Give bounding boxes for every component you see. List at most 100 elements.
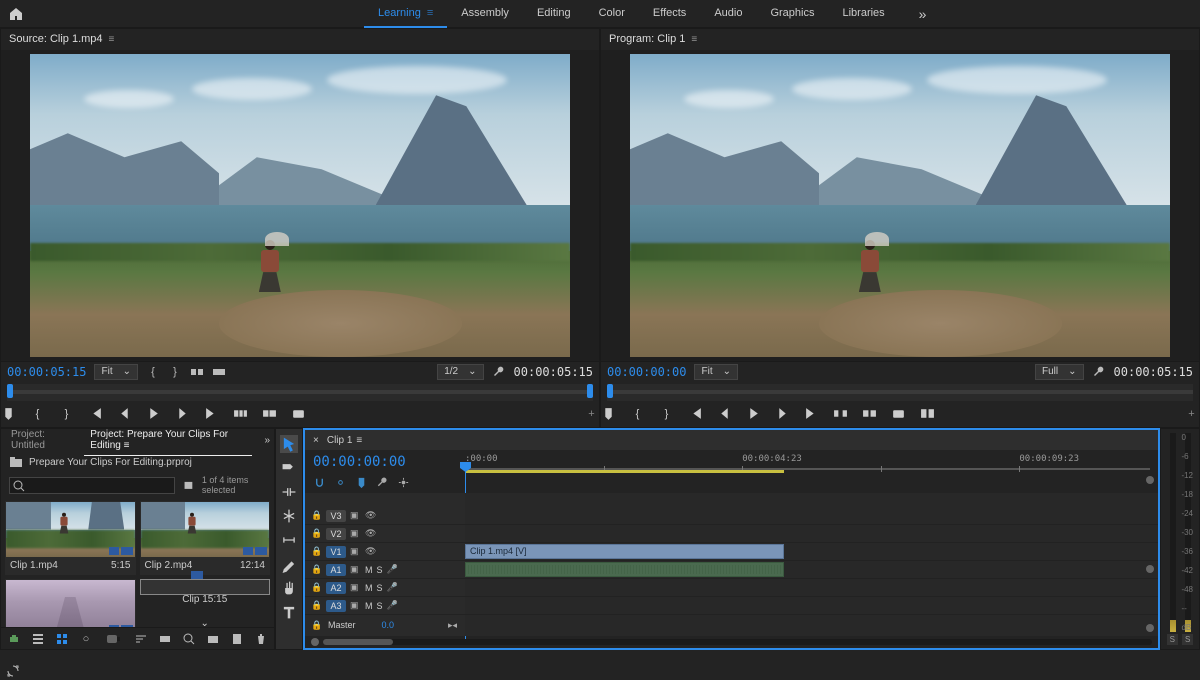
panel-menu-icon[interactable]: ≡: [124, 440, 130, 451]
tab-assembly[interactable]: Assembly: [447, 0, 523, 28]
overflow-icon[interactable]: »: [919, 6, 927, 22]
track-header-v1[interactable]: 🔒V1▣👁: [305, 543, 465, 561]
lift-icon[interactable]: [833, 406, 848, 421]
lock-icon[interactable]: 🔒: [311, 582, 322, 593]
sort-icon[interactable]: [134, 632, 148, 646]
track-header-a2[interactable]: 🔒A2▣MS🎤: [305, 579, 465, 597]
target-icon[interactable]: ▣: [350, 546, 361, 557]
insert-clip-icon[interactable]: [233, 406, 248, 421]
bin-icon[interactable]: [9, 455, 23, 469]
lock-icon[interactable]: 🔒: [311, 564, 322, 575]
icon-view-icon[interactable]: [55, 632, 69, 646]
step-back-icon[interactable]: [717, 406, 732, 421]
goto-in-icon[interactable]: [688, 406, 703, 421]
track-header-a3[interactable]: 🔒A3▣MS🎤: [305, 597, 465, 615]
step-fwd-icon[interactable]: [775, 406, 790, 421]
track-content[interactable]: Clip 1.mp4 [V]: [465, 493, 1158, 636]
snap-icon[interactable]: [313, 476, 326, 489]
solo-left[interactable]: S: [1167, 634, 1178, 645]
program-res-select[interactable]: Full: [1035, 364, 1084, 380]
bracket-out-icon[interactable]: }: [168, 365, 182, 379]
export-frame-icon[interactable]: [291, 406, 306, 421]
track-lane-a1[interactable]: [465, 561, 1158, 579]
program-out-timecode[interactable]: 00:00:05:15: [1114, 365, 1193, 379]
target-icon[interactable]: ▣: [350, 600, 361, 611]
new-item-icon[interactable]: [230, 632, 244, 646]
play-icon[interactable]: [746, 406, 761, 421]
freeform-view-icon[interactable]: ○: [79, 632, 93, 646]
solo-right[interactable]: S: [1182, 634, 1193, 645]
program-zoom-select[interactable]: Fit: [694, 364, 738, 380]
type-tool-icon[interactable]: [280, 603, 298, 621]
track-lane-v3[interactable]: [465, 507, 1158, 525]
tab-libraries[interactable]: Libraries: [828, 0, 898, 28]
out-point-icon[interactable]: }: [59, 406, 74, 421]
trash-icon[interactable]: [254, 632, 268, 646]
source-zoom-select[interactable]: Fit: [94, 364, 138, 380]
target-icon[interactable]: ▣: [350, 582, 361, 593]
extract-icon[interactable]: [862, 406, 877, 421]
tab-color[interactable]: Color: [585, 0, 639, 28]
mic-icon[interactable]: 🎤: [387, 564, 398, 575]
v-zoom-handle[interactable]: [1146, 565, 1154, 573]
zoom-handle[interactable]: [1146, 476, 1154, 484]
timeline-scrollbar[interactable]: [305, 636, 1158, 648]
source-in-timecode[interactable]: 00:00:05:15: [7, 365, 86, 379]
panel-menu-icon[interactable]: ≡: [109, 34, 115, 45]
overwrite-clip-icon[interactable]: [262, 406, 277, 421]
source-res-select[interactable]: 1/2: [437, 364, 483, 380]
marker-icon[interactable]: [601, 406, 616, 421]
track-lane-a3[interactable]: [465, 597, 1158, 615]
close-icon[interactable]: ×: [313, 435, 319, 446]
comparison-icon[interactable]: [920, 406, 935, 421]
audio-clip[interactable]: [465, 562, 784, 577]
program-in-timecode[interactable]: 00:00:00:00: [607, 365, 686, 379]
rw-toggle-icon[interactable]: [7, 632, 21, 646]
lock-icon[interactable]: 🔒: [311, 510, 322, 521]
add-button-icon[interactable]: +: [584, 406, 599, 421]
eye-icon[interactable]: 👁: [365, 546, 376, 557]
target-icon[interactable]: ▣: [350, 528, 361, 539]
mic-icon[interactable]: 🎤: [387, 582, 398, 593]
goto-out-icon[interactable]: [204, 406, 219, 421]
source-out-timecode[interactable]: 00:00:05:15: [514, 365, 593, 379]
lock-icon[interactable]: 🔒: [311, 528, 322, 539]
timeline-ruler[interactable]: :00:00 00:00:04:23 00:00:09:23: [465, 450, 1158, 488]
hand-tool-icon[interactable]: [280, 579, 298, 597]
wrench-icon[interactable]: [1092, 365, 1106, 379]
program-ruler[interactable]: [607, 384, 1193, 401]
bracket-in-icon[interactable]: {: [146, 365, 160, 379]
wrench-icon[interactable]: [492, 365, 506, 379]
step-back-icon[interactable]: [117, 406, 132, 421]
marker-add-icon[interactable]: [355, 476, 368, 489]
track-lane-a2[interactable]: [465, 579, 1158, 597]
video-clip[interactable]: Clip 1.mp4 [V]: [465, 544, 784, 559]
track-header-master[interactable]: 🔒Master0.0▸◂: [305, 615, 465, 635]
track-header-v3[interactable]: 🔒V3▣👁: [305, 507, 465, 525]
v-zoom-handle[interactable]: [1146, 624, 1154, 632]
add-button-icon[interactable]: +: [1184, 406, 1199, 421]
lock-icon[interactable]: 🔒: [311, 600, 322, 611]
automate-icon[interactable]: [158, 632, 172, 646]
overwrite-icon[interactable]: [212, 365, 226, 379]
timeline-timecode[interactable]: 00:00:00:00: [313, 454, 457, 470]
program-header[interactable]: Program: Clip 1≡: [601, 29, 1199, 50]
search-input[interactable]: [9, 477, 175, 494]
step-fwd-icon[interactable]: [175, 406, 190, 421]
razor-tool-icon[interactable]: [280, 507, 298, 525]
tab-graphics[interactable]: Graphics: [756, 0, 828, 28]
timeline-header[interactable]: × Clip 1 ≡: [305, 430, 1158, 450]
expand-icon[interactable]: ▸◂: [448, 620, 459, 631]
export-frame-icon[interactable]: [891, 406, 906, 421]
panel-menu-icon[interactable]: ≡: [356, 435, 362, 446]
tab-learning[interactable]: Learning≡: [364, 0, 447, 28]
eye-icon[interactable]: 👁: [365, 528, 376, 539]
in-point-icon[interactable]: {: [630, 406, 645, 421]
linked-selection-icon[interactable]: [334, 476, 347, 489]
ripple-edit-tool-icon[interactable]: [280, 483, 298, 501]
bin-item[interactable]: Clip 3.mp44:12: [5, 579, 136, 627]
track-select-tool-icon[interactable]: [280, 459, 298, 477]
track-header-v2[interactable]: 🔒V2▣👁: [305, 525, 465, 543]
mic-icon[interactable]: 🎤: [387, 600, 398, 611]
target-icon[interactable]: ▣: [350, 564, 361, 575]
